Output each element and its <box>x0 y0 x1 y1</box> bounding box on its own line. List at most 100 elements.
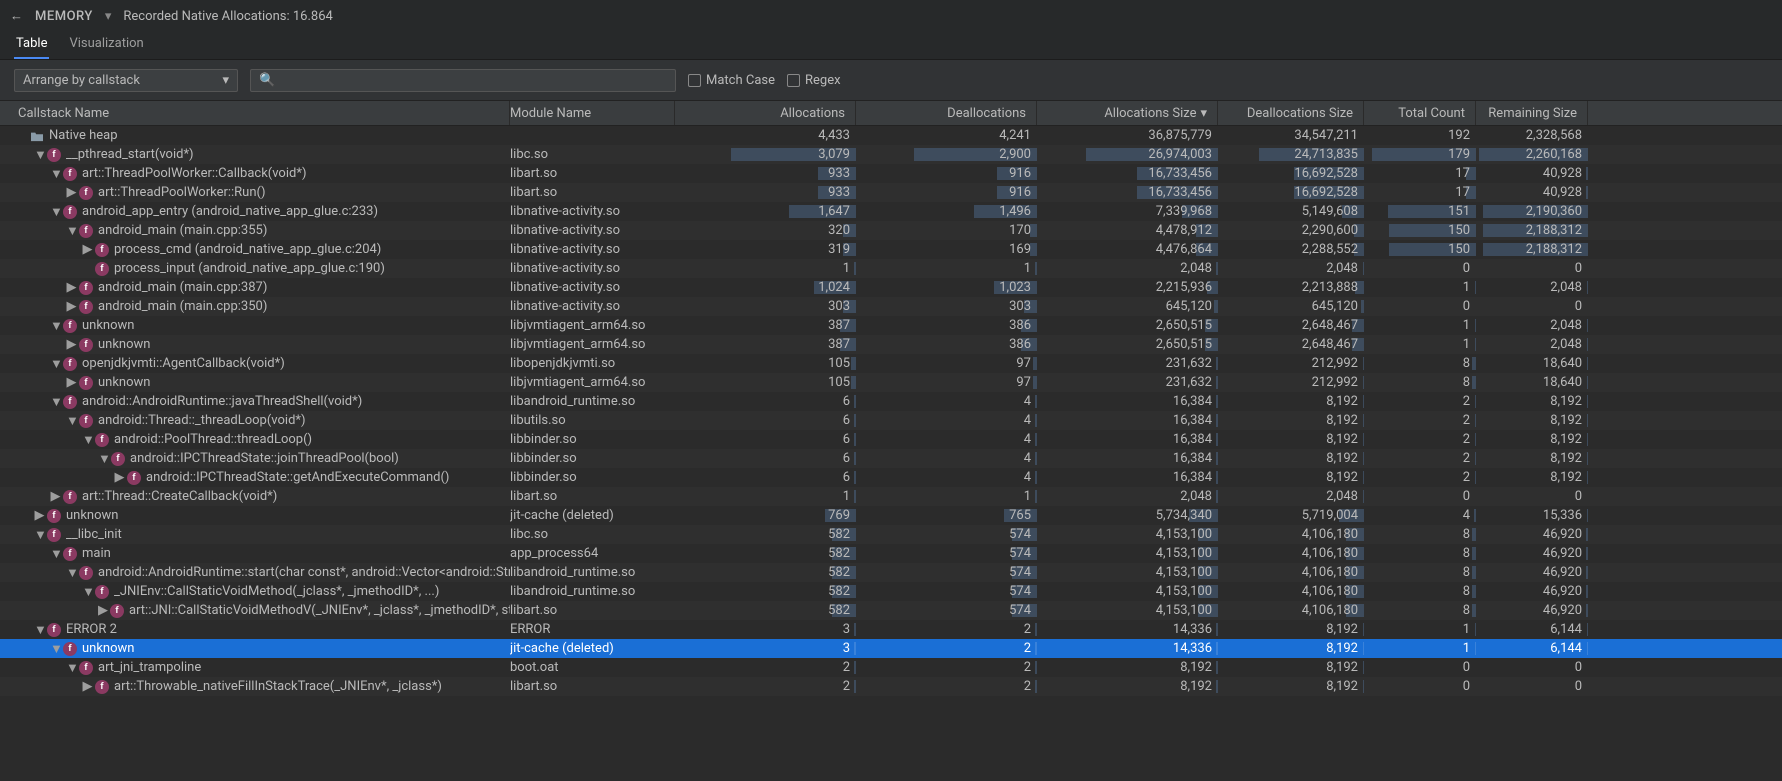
match-case-checkbox[interactable]: Match Case <box>688 73 775 88</box>
callstack-name-cell: ▼android_app_entry (android_native_app_g… <box>0 204 510 220</box>
tab-visualization[interactable]: Visualization <box>67 30 145 59</box>
remaining-cell: 46,920 <box>1476 546 1588 561</box>
tree-expand-icon[interactable]: ▶ <box>66 337 77 352</box>
table-row[interactable]: ▶art::JNI::CallStaticVoidMethodV(_JNIEnv… <box>0 601 1782 620</box>
search-input[interactable]: 🔍 <box>250 69 676 92</box>
tree-collapse-icon[interactable]: ▼ <box>66 223 77 239</box>
table-row[interactable]: ▶art::Thread::CreateCallback(void*)libar… <box>0 487 1782 506</box>
table-row[interactable]: ▼unknownlibjvmtiagent_arm64.so3873862,65… <box>0 316 1782 335</box>
table-row[interactable]: ▶android_main (main.cpp:350)libnative-ac… <box>0 297 1782 316</box>
table-row[interactable]: ▼openjdkjvmti::AgentCallback(void*)libop… <box>0 354 1782 373</box>
total_count-cell: 8 <box>1364 375 1476 390</box>
tree-collapse-icon[interactable]: ▼ <box>50 546 61 562</box>
table-row[interactable]: ▶art::Throwable_nativeFillInStackTrace(_… <box>0 677 1782 696</box>
table-row[interactable]: ▶unknownlibjvmtiagent_arm64.so10597231,6… <box>0 373 1782 392</box>
tree-expand-icon[interactable]: ▶ <box>98 603 108 618</box>
table-row[interactable]: ▼unknownjit-cache (deleted)3214,3368,192… <box>0 639 1782 658</box>
table-row[interactable]: ▼android::AndroidRuntime::start(char con… <box>0 563 1782 582</box>
header-module[interactable]: Module Name <box>510 101 675 125</box>
tree-collapse-icon[interactable]: ▼ <box>98 451 109 467</box>
tree-collapse-icon[interactable]: ▼ <box>50 318 61 334</box>
alloc-cell: 2 <box>675 660 856 675</box>
tree-expand-icon[interactable]: ▶ <box>114 470 125 485</box>
remaining-cell: 46,920 <box>1476 584 1588 599</box>
arrange-select[interactable]: Arrange by callstack ▾ <box>14 69 238 92</box>
header-dealloc-size[interactable]: Deallocations Size <box>1218 101 1364 125</box>
tree-collapse-icon[interactable]: ▼ <box>34 147 45 163</box>
table-row[interactable]: Native heap4,4334,24136,875,77934,547,21… <box>0 126 1782 145</box>
table-row[interactable]: ▶unknownjit-cache (deleted)7697655,734,3… <box>0 506 1782 525</box>
table-row[interactable]: ▼__libc_initlibc.so5825744,153,1004,106,… <box>0 525 1782 544</box>
table-row[interactable]: ▼mainapp_process645825744,153,1004,106,1… <box>0 544 1782 563</box>
tree-expand-icon[interactable]: ▶ <box>66 185 77 200</box>
table-row[interactable]: ▼android_main (main.cpp:355)libnative-ac… <box>0 221 1782 240</box>
table-row[interactable]: ▼art_jni_trampolineboot.oat228,1928,1920… <box>0 658 1782 677</box>
back-arrow-icon[interactable]: ← <box>10 8 23 24</box>
callstack-name-cell: process_input (android_native_app_glue.c… <box>0 261 510 276</box>
dealloc-cell: 386 <box>856 318 1037 333</box>
tree-collapse-icon[interactable]: ▼ <box>66 660 77 676</box>
tree-collapse-icon[interactable]: ▼ <box>66 413 77 429</box>
tree-collapse-icon[interactable]: ▼ <box>50 394 61 410</box>
table-row[interactable]: ▶unknownlibjvmtiagent_arm64.so3873862,65… <box>0 335 1782 354</box>
table-row[interactable]: process_input (android_native_app_glue.c… <box>0 259 1782 278</box>
tree-expand-icon[interactable]: ▶ <box>66 280 77 295</box>
tree-expand-icon[interactable]: ▶ <box>82 242 93 257</box>
tree-collapse-icon[interactable]: ▼ <box>50 641 61 657</box>
memory-label[interactable]: MEMORY <box>35 9 93 24</box>
module-cell: ERROR <box>510 622 675 637</box>
dealloc_size-cell: 4,106,180 <box>1218 603 1364 618</box>
table-row[interactable]: ▼_JNIEnv::CallStaticVoidMethod(_jclass*,… <box>0 582 1782 601</box>
tree-collapse-icon[interactable]: ▼ <box>34 527 45 543</box>
regex-checkbox[interactable]: Regex <box>787 73 841 88</box>
header-alloc-size[interactable]: Allocations Size ▾ <box>1037 101 1218 125</box>
tree-expand-icon[interactable]: ▶ <box>82 679 93 694</box>
callstack-name-cell: ▼ main <box>0 546 510 562</box>
table-row[interactable]: ▼ERROR 2ERROR3214,3368,19216,144 <box>0 620 1782 639</box>
tree-collapse-icon[interactable]: ▼ <box>66 565 77 581</box>
table-row[interactable]: ▼android::AndroidRuntime::javaThreadShel… <box>0 392 1782 411</box>
tree-collapse-icon[interactable]: ▼ <box>50 356 61 372</box>
tree-expand-icon[interactable]: ▶ <box>34 508 45 523</box>
callstack-name-cell: ▶art::Thread::CreateCallback(void*) <box>0 489 510 504</box>
total_count-cell: 0 <box>1364 489 1476 504</box>
header-deallocations[interactable]: Deallocations <box>856 101 1037 125</box>
table-row[interactable]: ▼art::ThreadPoolWorker::Callback(void*)l… <box>0 164 1782 183</box>
tree-expand-icon[interactable]: ▶ <box>66 375 77 390</box>
header-allocations[interactable]: Allocations <box>675 101 856 125</box>
remaining-cell: 2,260,168 <box>1476 147 1588 162</box>
total_count-cell: 1 <box>1364 318 1476 333</box>
tree-collapse-icon[interactable]: ▼ <box>50 204 61 220</box>
table-row[interactable]: ▶art::ThreadPoolWorker::Run()libart.so93… <box>0 183 1782 202</box>
function-icon <box>63 357 77 371</box>
topbar: ← MEMORY ▾ Recorded Native Allocations: … <box>0 0 1782 32</box>
table-row[interactable]: ▶process_cmd (android_native_app_glue.c:… <box>0 240 1782 259</box>
tree-collapse-icon[interactable]: ▼ <box>82 584 93 600</box>
table-row[interactable]: ▶android::IPCThreadState::getAndExecuteC… <box>0 468 1782 487</box>
remaining-cell: 2,188,312 <box>1476 223 1588 238</box>
alloc-cell: 582 <box>675 565 856 580</box>
alloc-cell: 3 <box>675 622 856 637</box>
tree-collapse-icon[interactable]: ▼ <box>34 622 45 638</box>
header-remaining[interactable]: Remaining Size <box>1476 101 1588 125</box>
alloc_size-cell: 4,153,100 <box>1037 527 1218 542</box>
dealloc-cell: 170 <box>856 223 1037 238</box>
dealloc_size-cell: 2,290,600 <box>1218 223 1364 238</box>
table-row[interactable]: ▼android::PoolThread::threadLoop()libbin… <box>0 430 1782 449</box>
remaining-cell: 8,192 <box>1476 394 1588 409</box>
header-total-count[interactable]: Total Count <box>1364 101 1476 125</box>
tree-expand-icon[interactable]: ▶ <box>50 489 61 504</box>
row-name-label: main <box>82 546 111 561</box>
table-row[interactable]: ▼android_app_entry (android_native_app_g… <box>0 202 1782 221</box>
table-row[interactable]: ▼__pthread_start(void*)libc.so3,0792,900… <box>0 145 1782 164</box>
tree-collapse-icon[interactable]: ▼ <box>82 432 93 448</box>
function-icon <box>63 490 77 504</box>
header-callstack[interactable]: Callstack Name <box>0 101 510 125</box>
table-row[interactable]: ▶android_main (main.cpp:387)libnative-ac… <box>0 278 1782 297</box>
tree-collapse-icon[interactable]: ▼ <box>50 166 61 182</box>
table-row[interactable]: ▼android::IPCThreadState::joinThreadPool… <box>0 449 1782 468</box>
tree-expand-icon[interactable]: ▶ <box>66 299 77 314</box>
tab-table[interactable]: Table <box>14 30 49 59</box>
chevron-down-icon[interactable]: ▾ <box>105 9 112 24</box>
table-row[interactable]: ▼android::Thread::_threadLoop(void*)libu… <box>0 411 1782 430</box>
